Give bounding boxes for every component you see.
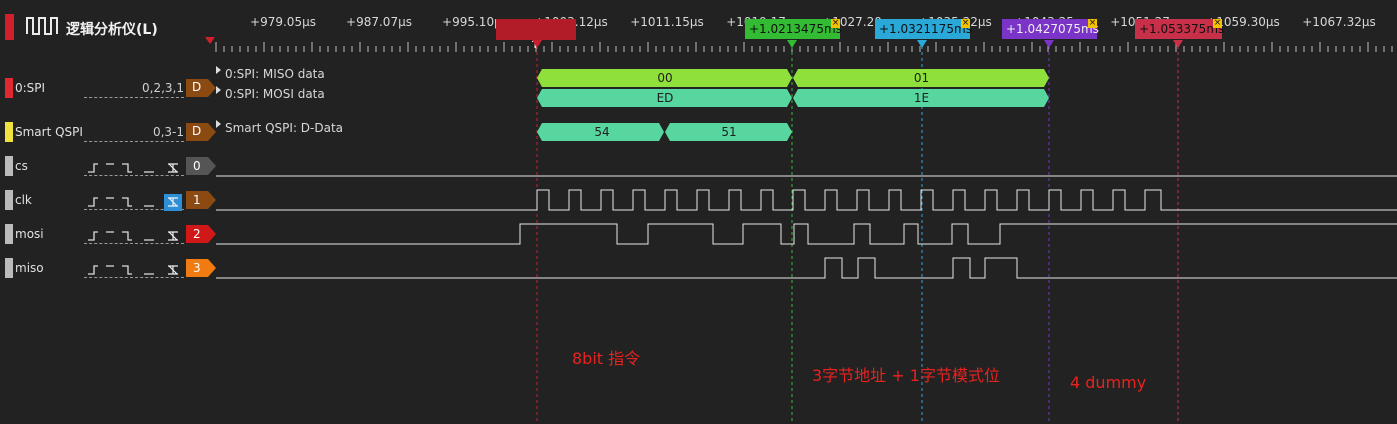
decoder-label-miso: 0:SPI: MISO data [225, 67, 325, 81]
edge-trigger-icon[interactable] [88, 265, 154, 275]
channel-color-qspi [5, 122, 13, 142]
either-edge-icon[interactable] [168, 265, 178, 275]
channel-color-mosi [5, 224, 13, 244]
cursor-head-icon[interactable] [1044, 40, 1054, 48]
channel-badge[interactable] [186, 191, 216, 209]
channel-badge[interactable] [186, 157, 216, 175]
channel-color-miso [5, 258, 13, 278]
annotation-instruction: 8bit 指令 [572, 349, 641, 368]
annotation-address: 3字节地址 + 1字节模式位 [812, 366, 1000, 385]
qspi-frame-0[interactable]: 54 [540, 125, 664, 139]
channel-color-spi [5, 78, 13, 98]
channel-name-miso[interactable]: miso [15, 261, 44, 275]
decoder-label-qspi: Smart QSPI: D-Data [225, 121, 344, 135]
badge-clk[interactable]: 1 [193, 193, 201, 207]
cursor-head-icon[interactable] [1173, 40, 1183, 48]
channel-color-clk [5, 190, 13, 210]
channel-mapping-qspi: 0,3-1 [152, 125, 184, 139]
qspi-frame-1[interactable]: 51 [667, 125, 791, 139]
signal-trace[interactable] [216, 223, 1397, 245]
channel-name-mosi[interactable]: mosi [15, 227, 44, 241]
mosi-frame-0[interactable]: ED [540, 91, 790, 105]
badge-cs[interactable]: 0 [193, 159, 201, 173]
edge-trigger-icon[interactable] [88, 197, 154, 207]
badge-mosi[interactable]: 2 [193, 227, 201, 241]
trigger-edge-selectors[interactable] [84, 150, 184, 280]
cursor-head-icon[interactable] [532, 40, 542, 48]
channel-badge[interactable] [186, 225, 216, 243]
signal-trace[interactable] [216, 189, 1397, 211]
channel-badge[interactable] [186, 259, 216, 277]
channel-name-cs[interactable]: cs [15, 159, 28, 173]
cursor-head-icon[interactable] [917, 40, 927, 48]
annotation-dummy: 4 dummy [1070, 373, 1147, 392]
channel-badges[interactable] [186, 70, 220, 285]
decoder-label-mosi: 0:SPI: MOSI data [225, 87, 325, 101]
badge-miso[interactable]: 3 [193, 261, 201, 275]
channel-mapping-spi: 0,2,3,1 [142, 81, 184, 95]
edge-trigger-icon[interactable] [88, 163, 154, 173]
miso-frame-0[interactable]: 00 [540, 71, 790, 85]
cursor-head-icon[interactable] [787, 40, 797, 48]
channel-color-cs [5, 156, 13, 176]
badge-qspi[interactable]: D [192, 124, 201, 138]
badge-spi[interactable]: D [192, 80, 201, 94]
expand-arrow-icon[interactable] [216, 86, 221, 94]
channel-divider [84, 97, 184, 98]
miso-frame-1[interactable]: 01 [795, 71, 1048, 85]
expand-arrow-icon[interactable] [216, 120, 221, 128]
channel-divider [84, 141, 184, 142]
channel-name-clk[interactable]: clk [15, 193, 32, 207]
either-edge-icon[interactable] [168, 163, 178, 173]
channel-name-spi[interactable]: 0:SPI [15, 81, 45, 95]
either-edge-icon[interactable] [168, 231, 178, 241]
channel-name-qspi[interactable]: Smart QSPI [15, 125, 83, 139]
signal-trace[interactable] [216, 257, 1397, 279]
edge-trigger-icon[interactable] [88, 231, 154, 241]
mosi-frame-1[interactable]: 1E [795, 91, 1048, 105]
expand-arrow-icon[interactable] [216, 66, 221, 74]
